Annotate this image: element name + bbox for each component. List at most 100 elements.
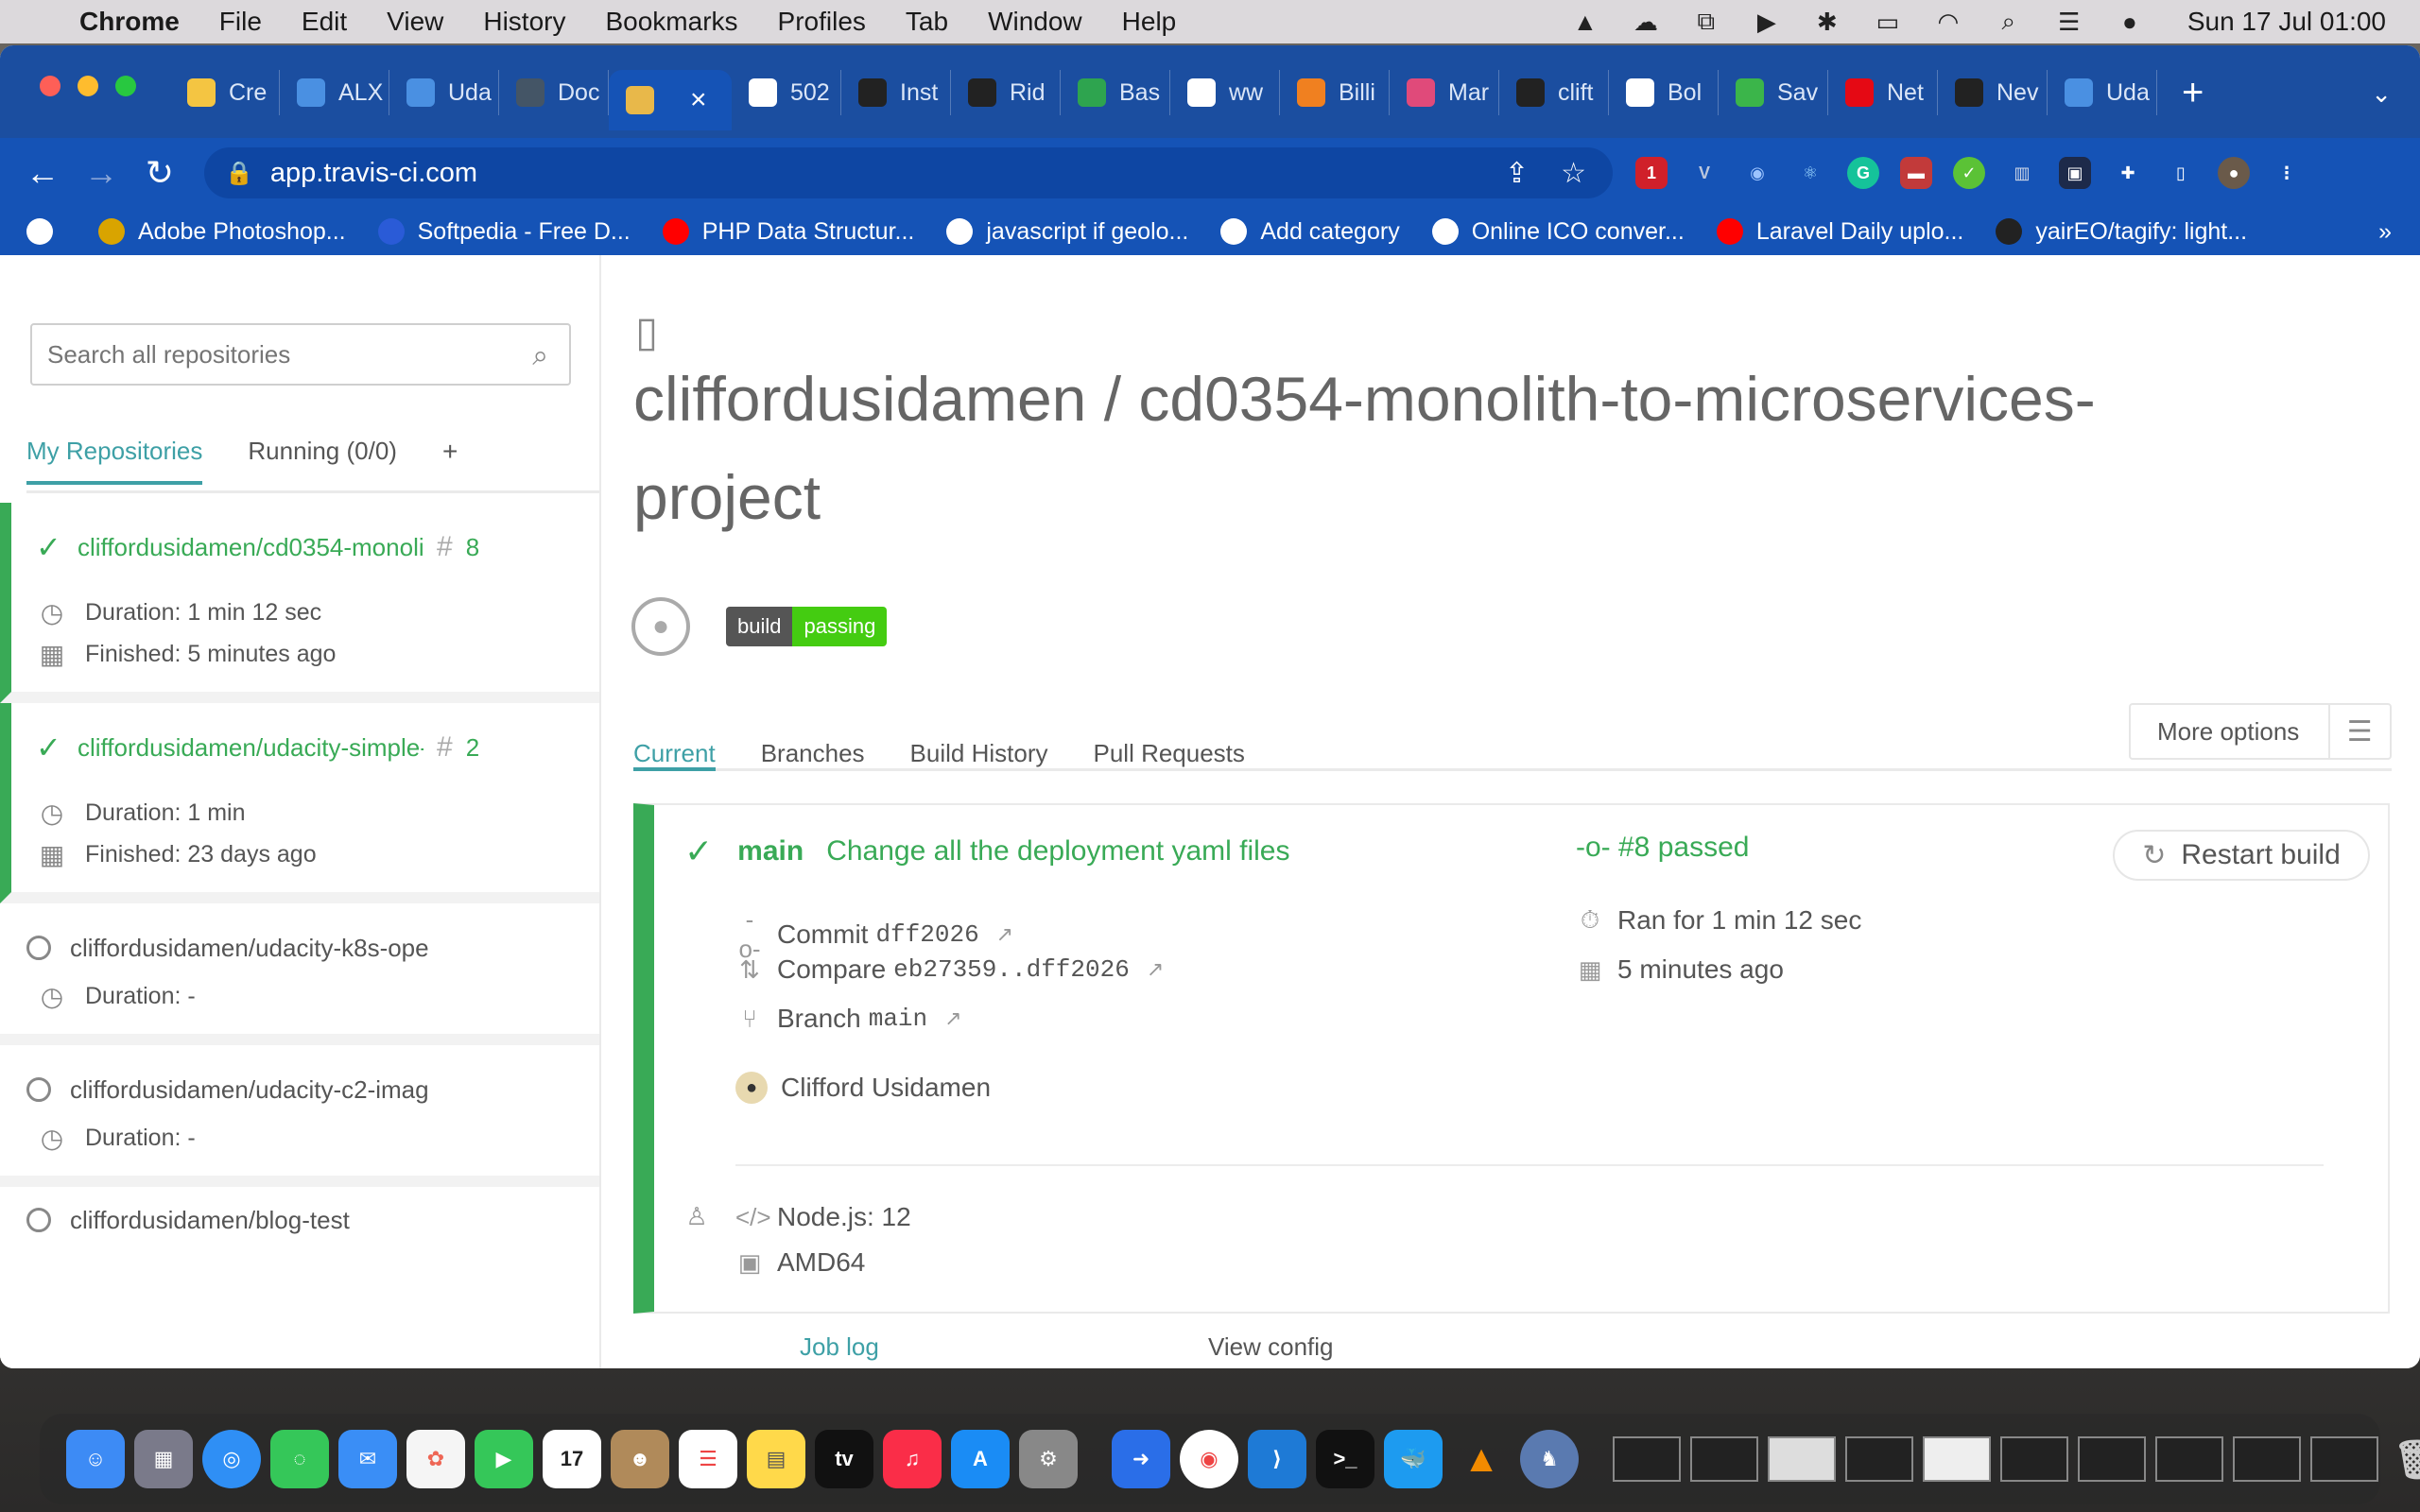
tab-my-repositories[interactable]: My Repositories <box>26 437 203 485</box>
bluetooth-icon[interactable]: ✱ <box>1811 8 1843 36</box>
browser-tab[interactable]: Uda <box>389 70 499 115</box>
grammarly-extension-icon[interactable]: G <box>1847 157 1879 189</box>
battery-icon[interactable]: ▭ <box>1872 8 1904 36</box>
bookmark-item[interactable]: Online ICO conver... <box>1431 218 1685 246</box>
browser-tab[interactable]: Cre <box>170 70 280 115</box>
menu-edit[interactable]: Edit <box>302 7 347 37</box>
trash-icon[interactable]: 🗑 <box>2388 1430 2420 1488</box>
bookmark-item[interactable]: yairEO/tagify: light... <box>1996 218 2247 246</box>
add-repository-button[interactable]: + <box>442 437 458 482</box>
tab-current[interactable]: Current <box>633 707 716 771</box>
browser-tab[interactable]: clift <box>1499 70 1609 115</box>
zoom-window-button[interactable] <box>115 76 136 96</box>
bookmark-item[interactable] <box>26 218 66 245</box>
extensions-puzzle-icon[interactable]: ✚ <box>2112 157 2144 189</box>
photos-icon[interactable]: ✿ <box>406 1430 465 1488</box>
terminal-icon[interactable]: >_ <box>1316 1430 1374 1488</box>
repo-name-link[interactable]: cliffordusidamen/udacity-k8s-operator <box>70 934 429 963</box>
extension-green-icon[interactable]: ✓ <box>1953 157 1985 189</box>
bookmarks-overflow-button[interactable]: » <box>2378 218 2392 246</box>
menu-file[interactable]: File <box>219 7 262 37</box>
address-bar-url[interactable]: app.travis-ci.com <box>270 158 477 189</box>
browser-tab[interactable]: Inst <box>841 70 951 115</box>
menu-app-name[interactable]: Chrome <box>79 7 180 37</box>
extension-red-icon[interactable]: ▬ <box>1900 157 1932 189</box>
more-options-button[interactable]: More options ☰ <box>2129 703 2392 760</box>
browser-tab[interactable]: Bas <box>1061 70 1170 115</box>
bookmark-item[interactable]: PHP Data Structur... <box>662 218 914 246</box>
siri-icon[interactable]: ● <box>2114 8 2146 36</box>
minimized-window-thumbnail[interactable] <box>2078 1436 2146 1482</box>
profile-avatar[interactable]: ● <box>2218 157 2250 189</box>
menu-window[interactable]: Window <box>988 7 1082 37</box>
vlc-status-icon[interactable]: ▲ <box>1569 8 1601 36</box>
list-item[interactable]: cliffordusidamen/udacity-k8s-operator ◷ D… <box>0 903 599 1045</box>
menu-history[interactable]: History <box>483 7 565 37</box>
minimize-window-button[interactable] <box>78 76 98 96</box>
music-icon[interactable]: ♫ <box>883 1430 942 1488</box>
list-item[interactable]: ✓ cliffordusidamen/cd0354-monolith-to-mi… <box>0 503 599 703</box>
browser-tab[interactable]: Rid <box>951 70 1061 115</box>
apple-tv-icon[interactable]: tv <box>815 1430 873 1488</box>
tab-view-config[interactable]: View config <box>1208 1332 1334 1362</box>
new-tab-button[interactable]: + <box>2182 72 2204 114</box>
tab-search-chevron-icon[interactable]: ⌄ <box>2371 79 2392 109</box>
extension-ring-icon[interactable]: ◉ <box>1741 157 1773 189</box>
tab-job-log[interactable]: Job log <box>800 1332 879 1362</box>
bookmark-item[interactable]: Softpedia - Free D... <box>377 218 631 246</box>
search-icon[interactable]: ⌕ <box>532 340 548 372</box>
address-bar[interactable]: 🔒 app.travis-ci.com ⇪ ☆ <box>204 147 1613 198</box>
menu-view[interactable]: View <box>387 7 443 37</box>
bookmark-item[interactable]: javascript if geolo... <box>946 218 1188 246</box>
forward-button[interactable]: → <box>84 153 118 192</box>
spotlight-search-icon[interactable]: ⌕ <box>1993 7 2025 36</box>
control-center-icon[interactable]: ☰ <box>2053 8 2085 36</box>
minimized-window-thumbnail[interactable] <box>2233 1436 2301 1482</box>
browser-tab[interactable]: 502 <box>732 70 841 115</box>
repo-name-link[interactable]: cliffordusidamen/blog-test <box>70 1206 448 1235</box>
share-icon[interactable]: ⇪ <box>1505 157 1529 190</box>
tab-branches[interactable]: Branches <box>761 707 865 768</box>
compare-row[interactable]: ⇅ Compare eb27359..dff2026 ↗ <box>735 954 1164 985</box>
reload-button[interactable]: ↻ <box>144 153 176 192</box>
system-preferences-icon[interactable]: ⚙ <box>1019 1430 1078 1488</box>
browser-tab[interactable]: Net <box>1828 70 1938 115</box>
messages-icon[interactable]: ◌ <box>270 1430 329 1488</box>
bookmark-star-icon[interactable]: ☆ <box>1561 157 1586 190</box>
browser-tab[interactable]: Uda <box>2048 70 2157 115</box>
menu-profiles[interactable]: Profiles <box>778 7 866 37</box>
lock-icon[interactable]: 🔒 <box>225 160 253 187</box>
menu-tab[interactable]: Tab <box>906 7 948 37</box>
minimized-window-thumbnail[interactable] <box>1923 1436 1991 1482</box>
build-status-badge[interactable]: build passing <box>726 607 888 646</box>
commit-message-link[interactable]: Change all the deployment yaml files <box>826 835 1289 868</box>
docker-icon[interactable]: 🐳 <box>1384 1430 1443 1488</box>
browser-tab[interactable]: Nev <box>1938 70 2048 115</box>
github-icon[interactable]: ● <box>631 597 690 656</box>
build-status-link[interactable]: -o- #8 passed <box>1576 832 1749 864</box>
chrome-icon[interactable]: ◉ <box>1180 1430 1238 1488</box>
build-branch-link[interactable]: main <box>737 835 804 868</box>
browser-tab[interactable]: Billi <box>1280 70 1390 115</box>
browser-tab[interactable]: ww <box>1170 70 1280 115</box>
back-button[interactable]: ← <box>26 153 60 192</box>
launchpad-icon[interactable]: ▦ <box>134 1430 193 1488</box>
vlc-icon[interactable]: ▲ <box>1452 1430 1511 1488</box>
bookmark-item[interactable]: Adobe Photoshop... <box>98 218 346 246</box>
tab-build-history[interactable]: Build History <box>910 707 1048 768</box>
browser-menu-icon[interactable]: ⋮ <box>2271 157 2303 189</box>
facetime-icon[interactable]: ▶ <box>475 1430 533 1488</box>
build-number-link[interactable]: 2 <box>466 733 479 763</box>
minimized-window-thumbnail[interactable] <box>1768 1436 1836 1482</box>
bookmark-item[interactable]: Laravel Daily uplo... <box>1716 218 1963 246</box>
postgres-elephant-icon[interactable]: ♞ <box>1520 1430 1579 1488</box>
browser-tab[interactable]: ALX <box>280 70 389 115</box>
tab-running[interactable]: Running (0/0) <box>248 437 397 481</box>
minimized-window-thumbnail[interactable] <box>2000 1436 2068 1482</box>
repo-name-link[interactable]: cliffordusidamen/udacity-simple-dev-ops <box>78 733 424 763</box>
extension-dark-icon[interactable]: ▣ <box>2059 157 2091 189</box>
browser-tab[interactable]: Mar <box>1390 70 1499 115</box>
browser-tab[interactable]: Bol <box>1609 70 1719 115</box>
remote-desktop-icon[interactable]: ➜ <box>1112 1430 1170 1488</box>
list-item[interactable]: ✓ cliffordusidamen/udacity-simple-dev-op… <box>0 703 599 903</box>
